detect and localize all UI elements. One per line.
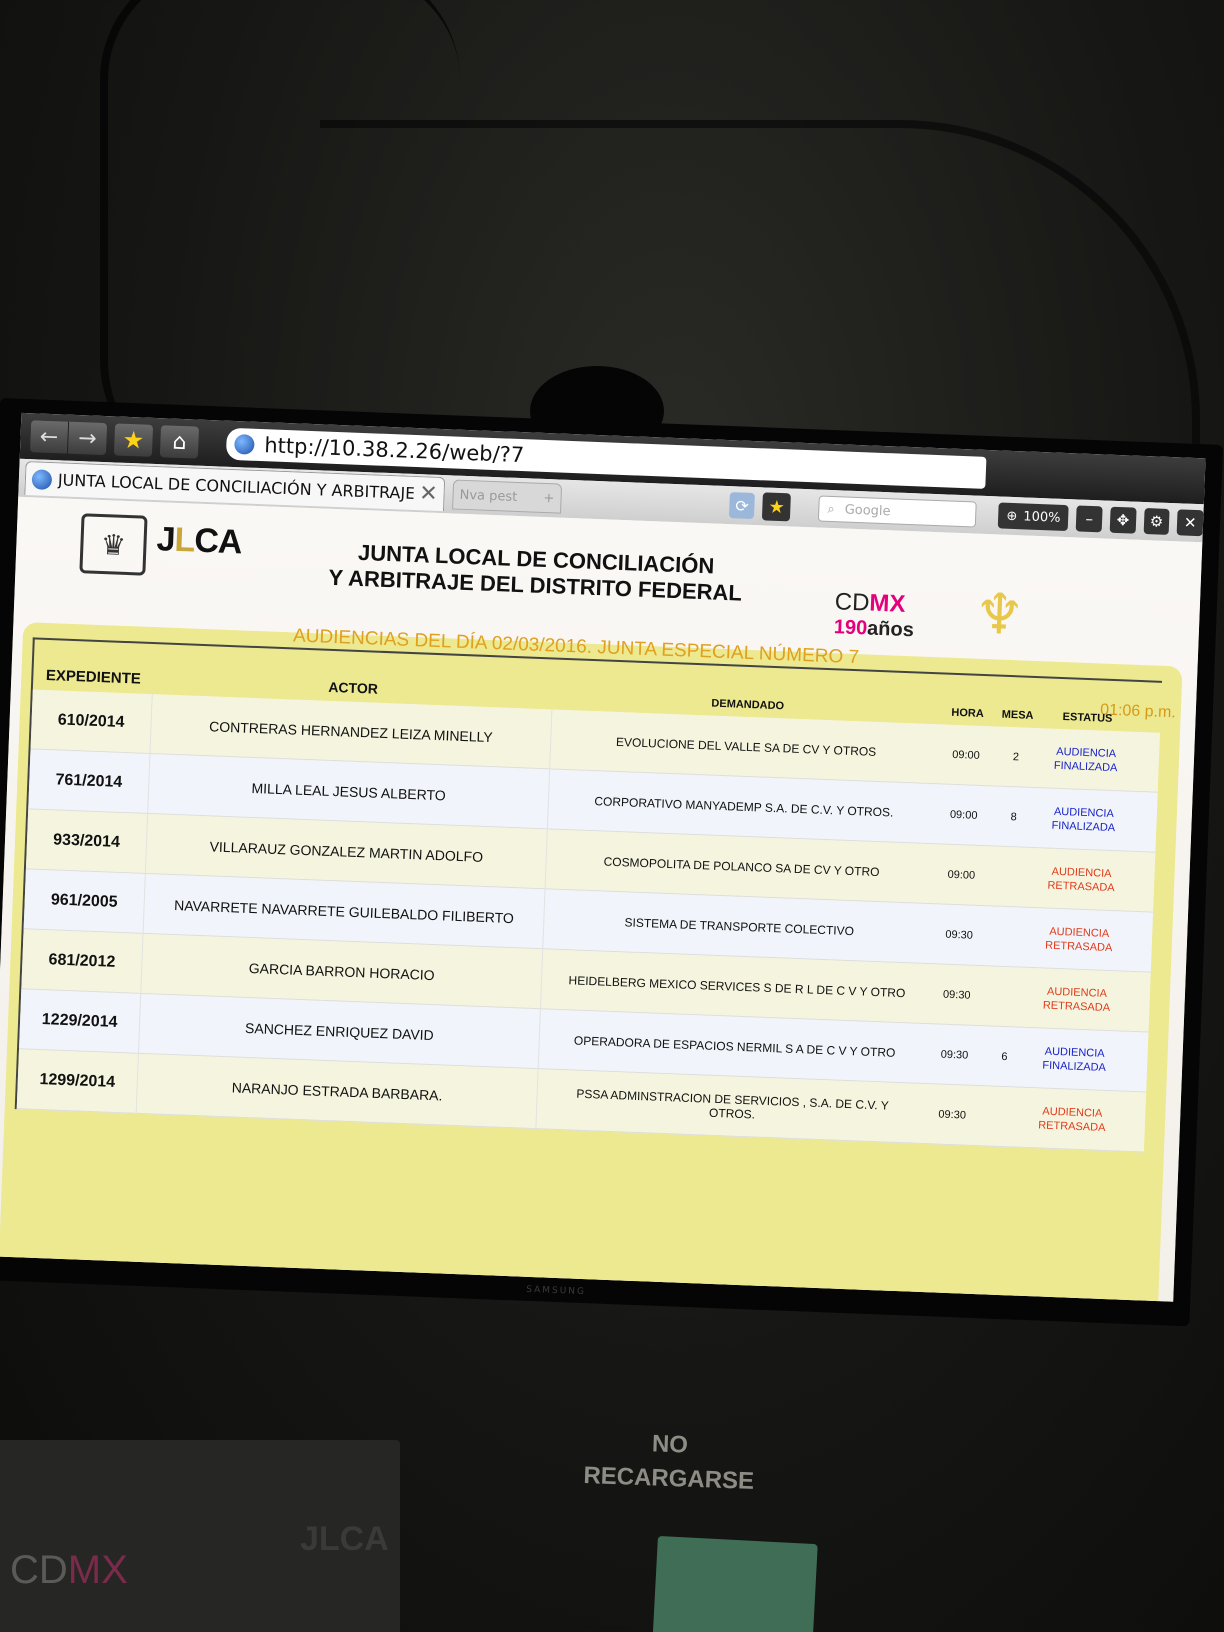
cell-expediente: 1229/2014 — [19, 989, 142, 1053]
search-box[interactable]: ⌕ Google — [817, 495, 977, 528]
cell-estatus: AUDIENCIA RETRASADA — [1042, 985, 1111, 1014]
col-expediente: EXPEDIENTE — [45, 666, 142, 688]
col-hora: HORA — [951, 706, 985, 720]
cell-mesa — [984, 936, 1034, 938]
cell-hora: 09:30 — [942, 988, 971, 1002]
monitor-brand: SAMSUNG — [525, 1284, 587, 1298]
back-icon[interactable]: ← — [29, 420, 70, 454]
cell-hora: 09:00 — [947, 868, 976, 882]
close-tab-icon[interactable]: ✕ — [419, 481, 438, 507]
poster-cdmx-logo: CDMX — [10, 1548, 128, 1592]
cell-mesa: 6 — [1001, 1050, 1008, 1063]
zoom-level: 100% — [1023, 508, 1061, 526]
minimize-icon[interactable]: – — [1075, 505, 1103, 533]
forward-icon[interactable]: → — [67, 421, 108, 456]
organization-title: JUNTA LOCAL DE CONCILIACIÓN Y ARBITRAJE … — [305, 538, 767, 608]
cell-expediente: 681/2012 — [21, 929, 144, 993]
cdmx-logo: CDMX — [834, 588, 906, 618]
hearings-table: EXPEDIENTE ACTOR DEMANDADO HORA MESA EST… — [14, 637, 1162, 1153]
cell-mesa — [982, 996, 1032, 998]
cell-demandado: COSMOPOLITA DE POLANCO SA DE CV Y OTRO — [603, 854, 880, 879]
cell-expediente: 610/2014 — [30, 689, 153, 754]
anniversary-badge: 190años — [833, 616, 915, 642]
plus-icon[interactable]: + — [543, 490, 554, 505]
search-icon: ⌕ — [827, 501, 836, 517]
tab-title: JUNTA LOCAL DE CONCILIACIÓN Y ARBITRAJE — [57, 470, 414, 503]
cell-mesa — [977, 1116, 1027, 1118]
cell-estatus: AUDIENCIA RETRASADA — [1047, 865, 1115, 894]
fullscreen-icon[interactable]: ✥ — [1109, 506, 1137, 534]
zoom-control[interactable]: ⊕ 100% — [997, 502, 1069, 532]
cell-expediente: 1299/2014 — [16, 1049, 139, 1113]
cell-expediente: 961/2005 — [23, 869, 146, 933]
globe-icon — [234, 434, 255, 455]
cell-hora: 09:30 — [945, 928, 974, 942]
cell-hora: 09:30 — [938, 1108, 967, 1122]
cell-hora: 09:30 — [940, 1048, 969, 1062]
home-icon[interactable]: ⌂ — [159, 425, 200, 459]
table-body: 610/2014 CONTRERAS HERNANDEZ LEIZA MINELL… — [16, 689, 1161, 1153]
zoom-icon: ⊕ — [1006, 508, 1018, 524]
poster-jlca-logo: JLCA — [300, 1520, 389, 1558]
reload-icon[interactable]: ⟳ — [728, 492, 756, 520]
cell-estatus: AUDIENCIA RETRASADA — [1038, 1105, 1106, 1134]
cell-demandado: SISTEMA DE TRANSPORTE COLECTIVO — [624, 914, 855, 938]
cell-demandado: HEIDELBERG MEXICO SERVICES S DE R L DE C… — [568, 972, 906, 1000]
cell-expediente: 933/2014 — [25, 809, 149, 873]
nav-buttons: ← → — [29, 420, 108, 456]
cell-hora: 09:00 — [952, 748, 980, 762]
cell-expediente: 761/2014 — [28, 749, 151, 813]
browser-window: ← → ★ ⌂ http://10.38.2.26/web/?7 JUNTA L… — [0, 412, 1206, 1302]
cell-demandado: EVOLUCIONE DEL VALLE SA DE CV Y OTROS — [615, 734, 877, 759]
cell-estatus: AUDIENCIA FINALIZADA — [1051, 805, 1116, 834]
wall-notice: NO RECARGARSE — [583, 1425, 756, 1499]
cell-hora: 09:00 — [949, 808, 978, 822]
cell-estatus: AUDIENCIA RETRASADA — [1044, 925, 1113, 954]
bookmark-star-icon[interactable]: ★ — [113, 423, 154, 457]
emblem-icon: ♛ — [79, 513, 148, 576]
favicon-globe-icon — [31, 468, 53, 490]
cell-mesa: 8 — [1010, 810, 1017, 823]
search-placeholder: Google — [844, 502, 891, 519]
col-estatus: ESTATUS — [1062, 711, 1113, 725]
cell-mesa — [986, 876, 1036, 878]
web-page: ♛ JLCA JUNTA LOCAL DE CONCILIACIÓN Y ARB… — [0, 496, 1203, 1302]
new-tab-label: Nva pest — [459, 487, 518, 505]
col-mesa: MESA — [1001, 708, 1034, 722]
cell-demandado: OPERADORA DE ESPACIOS NERMIL S A DE C V … — [573, 1033, 896, 1060]
cell-estatus: AUDIENCIA FINALIZADA — [1053, 745, 1118, 774]
cell-estatus: AUDIENCIA FINALIZADA — [1042, 1045, 1107, 1074]
cell-mesa: 2 — [1012, 750, 1020, 763]
angel-icon: ♆ — [973, 581, 1026, 649]
jlca-logo: JLCA — [155, 520, 243, 562]
favorite-star-icon[interactable]: ★ — [762, 492, 792, 522]
new-tab[interactable]: Nva pest + — [452, 479, 562, 514]
wall-card — [652, 1535, 818, 1632]
cell-demandado: PSSA ADMINSTRACION DE SERVICIOS , S.A. D… — [576, 1086, 890, 1122]
monitor: ← → ★ ⌂ http://10.38.2.26/web/?7 JUNTA L… — [0, 398, 1224, 1327]
cell-demandado: CORPORATIVO MANYADEMP S.A. DE C.V. Y OTR… — [594, 793, 894, 820]
gear-icon[interactable]: ⚙ — [1143, 508, 1170, 535]
url-text[interactable]: http://10.38.2.26/web/?7 — [264, 433, 525, 467]
close-icon[interactable]: ✕ — [1176, 509, 1204, 537]
notice-line-2: RECARGARSE — [583, 1462, 755, 1495]
